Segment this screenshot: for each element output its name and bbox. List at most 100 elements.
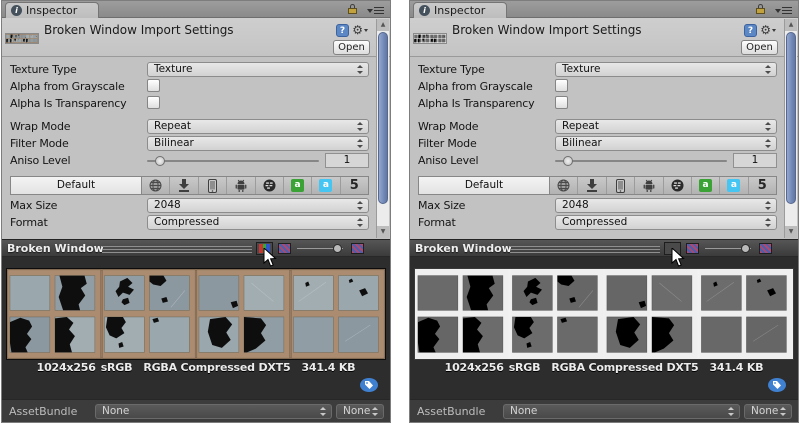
assetbundle-variant-dropdown[interactable]: None bbox=[744, 404, 792, 419]
texture-type-dropdown[interactable]: Texture bbox=[147, 62, 369, 77]
chevron-down-icon bbox=[775, 9, 781, 13]
samsung-tv-platform-icon[interactable]: a bbox=[311, 177, 339, 194]
tizen-platform-icon[interactable]: a bbox=[283, 177, 311, 194]
alpha-is-transparency-row: Alpha Is Transparency bbox=[10, 96, 369, 112]
preview-header[interactable]: Broken Window A bbox=[2, 239, 390, 257]
open-button[interactable]: Open bbox=[741, 40, 778, 55]
assetbundle-dropdown[interactable]: None bbox=[95, 404, 332, 419]
scrollbar-down-button[interactable]: ▼ bbox=[785, 226, 797, 238]
preview-area: 1024x256sRGBRGBA Compressed DXT5341.4 KB bbox=[2, 257, 390, 399]
alpha-is-transparency-checkbox[interactable] bbox=[555, 96, 568, 109]
aniso-slider-handle[interactable] bbox=[563, 156, 573, 166]
chevron-down-icon bbox=[367, 9, 373, 13]
webgl-platform-icon[interactable]: 5 bbox=[748, 177, 776, 194]
max-size-value: 2048 bbox=[562, 199, 589, 211]
alpha-from-grayscale-checkbox[interactable] bbox=[147, 79, 160, 92]
vertical-scrollbar[interactable]: ▲ ▼ bbox=[376, 19, 389, 238]
assetbundle-variant-dropdown[interactable]: None bbox=[336, 404, 384, 419]
webgl-platform-icon[interactable]: 5 bbox=[340, 177, 368, 194]
alpha-is-transparency-checkbox[interactable] bbox=[147, 96, 160, 109]
scrollbar-up-button[interactable]: ▲ bbox=[785, 19, 797, 31]
gear-glyph: ⚙ bbox=[352, 23, 363, 37]
vertical-scrollbar[interactable]: ▲ ▼ bbox=[784, 19, 797, 238]
max-size-row: Max Size 2048 bbox=[418, 198, 777, 214]
scrollbar-up-button[interactable]: ▲ bbox=[377, 19, 389, 31]
tab-default-platform[interactable]: Default bbox=[418, 176, 550, 195]
webgl-glyph: 5 bbox=[758, 179, 767, 192]
lock-icon[interactable] bbox=[756, 4, 766, 15]
wrap-mode-row: Wrap Mode Repeat bbox=[418, 119, 777, 135]
filter-mode-label: Filter Mode bbox=[10, 137, 69, 150]
platform-tabs: Default a a 5 bbox=[10, 176, 369, 195]
preview-drag-handle[interactable] bbox=[102, 246, 252, 253]
help-button[interactable]: ? bbox=[336, 24, 349, 37]
assetbundle-variant-value: None bbox=[751, 405, 778, 417]
gear-icon[interactable]: ⚙ bbox=[352, 23, 368, 37]
gear-icon[interactable]: ⚙ bbox=[760, 23, 776, 37]
dropdown-stepper-icon bbox=[357, 201, 364, 210]
filter-mode-dropdown[interactable]: Bilinear bbox=[555, 136, 777, 151]
max-size-dropdown[interactable]: 2048 bbox=[555, 198, 777, 213]
tab-inspector[interactable]: i Inspector bbox=[5, 2, 99, 18]
preview-header[interactable]: Broken Window A bbox=[410, 239, 798, 257]
web-platform-icon[interactable] bbox=[550, 177, 577, 194]
android-platform-icon[interactable] bbox=[226, 177, 254, 194]
scrollbar-down-button[interactable]: ▼ bbox=[377, 226, 389, 238]
mouse-cursor bbox=[671, 248, 685, 268]
alpha-from-grayscale-checkbox[interactable] bbox=[555, 79, 568, 92]
aniso-slider-handle[interactable] bbox=[155, 156, 165, 166]
tab-menu-icon[interactable] bbox=[367, 7, 384, 15]
filter-mode-dropdown[interactable]: Bilinear bbox=[147, 136, 369, 151]
format-label: Format bbox=[418, 216, 456, 229]
scrollbar-thumb[interactable] bbox=[786, 32, 796, 204]
texture-type-dropdown[interactable]: Texture bbox=[555, 62, 777, 77]
format-dropdown[interactable]: Compressed bbox=[555, 215, 777, 230]
texture-preview bbox=[7, 269, 385, 359]
texture-format: RGBA Compressed DXT5 bbox=[143, 361, 290, 374]
blackberry-platform-icon[interactable] bbox=[663, 177, 691, 194]
mip-slider-handle[interactable] bbox=[333, 244, 342, 253]
help-button[interactable]: ? bbox=[744, 24, 757, 37]
preview-area: 1024x256sRGBRGBA Compressed DXT5341.4 KB bbox=[410, 257, 798, 399]
scrollbar-thumb[interactable] bbox=[378, 32, 388, 204]
max-size-dropdown[interactable]: 2048 bbox=[147, 198, 369, 213]
lock-icon[interactable] bbox=[348, 4, 358, 15]
aniso-slider[interactable] bbox=[555, 160, 727, 162]
preview-title: Broken Window bbox=[7, 242, 104, 255]
mip-slider-handle[interactable] bbox=[741, 244, 750, 253]
web-platform-icon[interactable] bbox=[142, 177, 169, 194]
ios-platform-icon[interactable] bbox=[606, 177, 634, 194]
texture-thumbnail bbox=[6, 34, 38, 43]
alpha-from-grayscale-row: Alpha from Grayscale bbox=[418, 79, 777, 95]
lock-body bbox=[756, 8, 765, 14]
android-platform-icon[interactable] bbox=[634, 177, 662, 194]
tab-default-platform[interactable]: Default bbox=[10, 176, 142, 195]
aniso-slider[interactable] bbox=[147, 160, 319, 162]
mip-level-slider[interactable] bbox=[297, 248, 343, 249]
mip-level-slider[interactable] bbox=[705, 248, 751, 249]
aniso-value-field[interactable]: 1 bbox=[325, 153, 369, 168]
open-button[interactable]: Open bbox=[333, 40, 370, 55]
wrap-mode-dropdown[interactable]: Repeat bbox=[147, 119, 369, 134]
mip-large-icon bbox=[351, 243, 364, 254]
webgl-glyph: 5 bbox=[350, 179, 359, 192]
samsung-tv-platform-icon[interactable]: a bbox=[719, 177, 747, 194]
platform-icon-strip: a a 5 bbox=[550, 176, 777, 195]
standalone-platform-icon[interactable] bbox=[169, 177, 197, 194]
texture-type-row: Texture Type Texture bbox=[10, 62, 369, 78]
dropdown-stepper-icon bbox=[765, 122, 772, 131]
assetbundle-tag-button[interactable] bbox=[768, 378, 786, 392]
blackberry-platform-icon[interactable] bbox=[255, 177, 283, 194]
ios-platform-icon[interactable] bbox=[198, 177, 226, 194]
assetbundle-dropdown[interactable]: None bbox=[503, 404, 740, 419]
aniso-value-field[interactable]: 1 bbox=[733, 153, 777, 168]
preview-drag-handle[interactable] bbox=[510, 246, 660, 253]
tab-menu-icon[interactable] bbox=[775, 7, 792, 15]
assetbundle-tag-button[interactable] bbox=[360, 378, 378, 392]
format-dropdown[interactable]: Compressed bbox=[147, 215, 369, 230]
wrap-mode-dropdown[interactable]: Repeat bbox=[555, 119, 777, 134]
tizen-platform-icon[interactable]: a bbox=[691, 177, 719, 194]
tab-inspector[interactable]: i Inspector bbox=[413, 2, 507, 18]
assetbundle-variant-value: None bbox=[343, 405, 370, 417]
standalone-platform-icon[interactable] bbox=[577, 177, 605, 194]
